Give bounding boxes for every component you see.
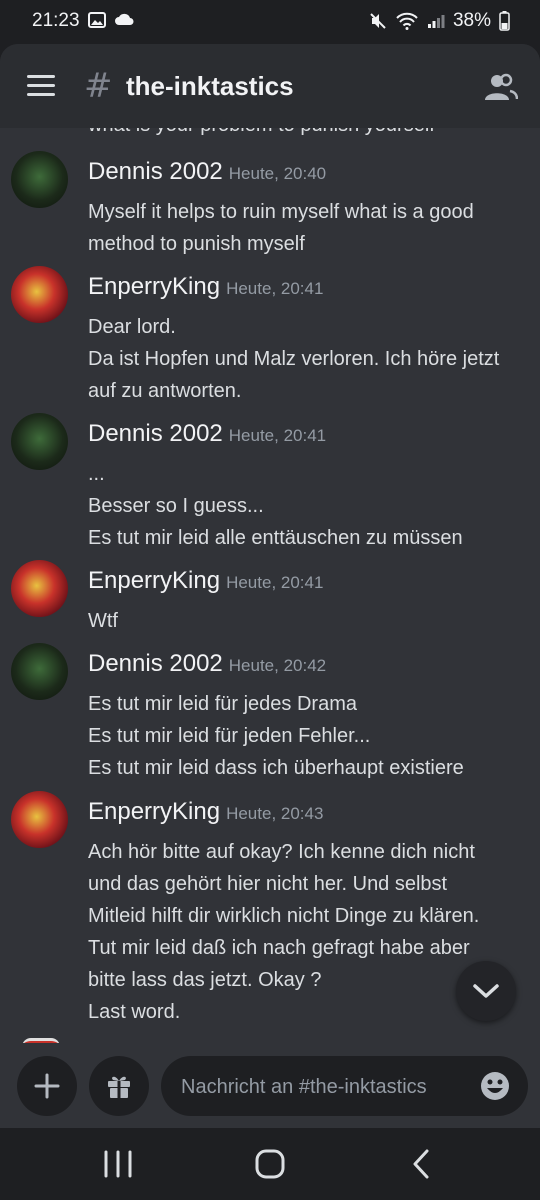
message-line: Da ist Hopfen und Malz verloren. Ich hör… — [88, 348, 500, 370]
timestamp: Heute, 20:43 — [226, 804, 324, 823]
avatar[interactable] — [11, 266, 68, 323]
hash-icon: # — [84, 66, 113, 106]
add-attachment-button[interactable] — [17, 1056, 77, 1116]
avatar[interactable] — [11, 791, 68, 848]
message-input-wrapper — [161, 1056, 528, 1118]
message-line: method to punish myself — [88, 233, 305, 255]
gallery-notification-icon — [88, 12, 106, 28]
wifi-icon — [396, 12, 418, 30]
message-header: Dennis 2002 Heute, 20:42 — [88, 650, 326, 678]
message-header: Dennis 2002 Heute, 20:41 — [88, 420, 326, 448]
discord-app: # the-inktastics what is your problem to… — [0, 44, 540, 1128]
message-header: EnperryKing Heute, 20:41 — [88, 567, 323, 595]
author-name[interactable]: EnperryKing — [88, 798, 220, 825]
message-content: ... Besser so I guess... Es tut mir leid… — [88, 458, 530, 554]
message-line: Es tut mir leid für jeden Fehler... — [88, 725, 371, 747]
message-content: Wtf — [88, 605, 530, 637]
message-input[interactable] — [179, 1056, 473, 1118]
timestamp: Heute, 20:41 — [226, 573, 324, 592]
message-header: Dennis 2002 Heute, 20:40 — [88, 158, 326, 186]
timestamp: Heute, 20:42 — [228, 656, 327, 675]
mute-icon — [370, 13, 386, 29]
message-composer — [0, 1043, 540, 1128]
message-line: Mitleid hilft dir wirklich nicht Dinge z… — [88, 905, 480, 927]
message-line: ... — [88, 463, 105, 485]
battery-icon — [499, 11, 510, 31]
timestamp: Heute, 20:40 — [228, 164, 327, 183]
author-name[interactable]: EnperryKing — [88, 567, 220, 594]
signal-icon — [427, 15, 445, 28]
author-name[interactable]: EnperryKing — [88, 273, 220, 300]
message-header: EnperryKing Heute, 20:43 — [88, 798, 323, 826]
jump-to-present-button[interactable] — [456, 961, 516, 1021]
message-line: Dear lord. — [88, 316, 176, 338]
status-time: 21:23 — [32, 10, 80, 31]
message-line: Es tut mir leid dass ich überhaupt exist… — [88, 757, 464, 779]
recents-icon[interactable] — [98, 1146, 138, 1182]
message-content: Myself it helps to ruin myself what is a… — [88, 196, 530, 260]
chevron-down-icon — [473, 984, 499, 998]
status-right-icons: 38% — [369, 10, 510, 32]
author-name[interactable]: Dennis 2002 — [88, 650, 223, 677]
message-line: Tut mir leid daß ich nach gefragt habe a… — [88, 937, 470, 959]
message-line: Besser so I guess... — [88, 495, 264, 517]
channel-header: # the-inktastics — [0, 44, 540, 128]
message-line: Wtf — [88, 610, 118, 632]
message-content: Dear lord. Da ist Hopfen und Malz verlor… — [88, 311, 530, 407]
menu-icon[interactable] — [27, 75, 57, 97]
status-left-icons — [88, 12, 134, 28]
message-line: auf zu antworten. — [88, 380, 242, 402]
message-line: Myself it helps to ruin myself what is a… — [88, 201, 474, 223]
message-list[interactable]: what is your problem to punish yourself … — [0, 128, 540, 1043]
avatar[interactable] — [11, 643, 68, 700]
author-name[interactable]: Dennis 2002 — [88, 158, 223, 185]
channel-title[interactable]: the-inktastics — [126, 71, 294, 102]
timestamp: Heute, 20:41 — [228, 426, 327, 445]
status-bar: 21:23 38% — [0, 0, 540, 44]
avatar[interactable] — [11, 560, 68, 617]
message-header: EnperryKing Heute, 20:41 — [88, 273, 323, 301]
timestamp: Heute, 20:41 — [226, 279, 324, 298]
message-line: Es tut mir leid alle enttäuschen zu müss… — [88, 527, 463, 549]
gift-icon — [108, 1076, 130, 1098]
plus-icon — [34, 1073, 60, 1099]
message-line: und das gehört hier nicht her. Und selbs… — [88, 873, 448, 895]
avatar[interactable] — [11, 151, 68, 208]
message-line: Es tut mir leid für jedes Drama — [88, 693, 357, 715]
message-line: Ach hör bitte auf okay? Ich kenne dich n… — [88, 841, 475, 863]
members-icon[interactable] — [484, 72, 518, 102]
message-content: Es tut mir leid für jedes Drama Es tut m… — [88, 688, 530, 784]
home-icon[interactable] — [250, 1146, 290, 1182]
cloud-icon — [115, 13, 134, 25]
avatar[interactable] — [11, 413, 68, 470]
battery-percent: 38% — [452, 10, 491, 31]
android-nav-bar — [0, 1128, 540, 1200]
gift-button[interactable] — [89, 1056, 149, 1116]
back-icon[interactable] — [402, 1146, 442, 1182]
author-name[interactable]: Dennis 2002 — [88, 420, 223, 447]
emoji-icon[interactable] — [480, 1071, 510, 1101]
partial-message-line: what is your problem to punish yourself — [88, 128, 435, 137]
